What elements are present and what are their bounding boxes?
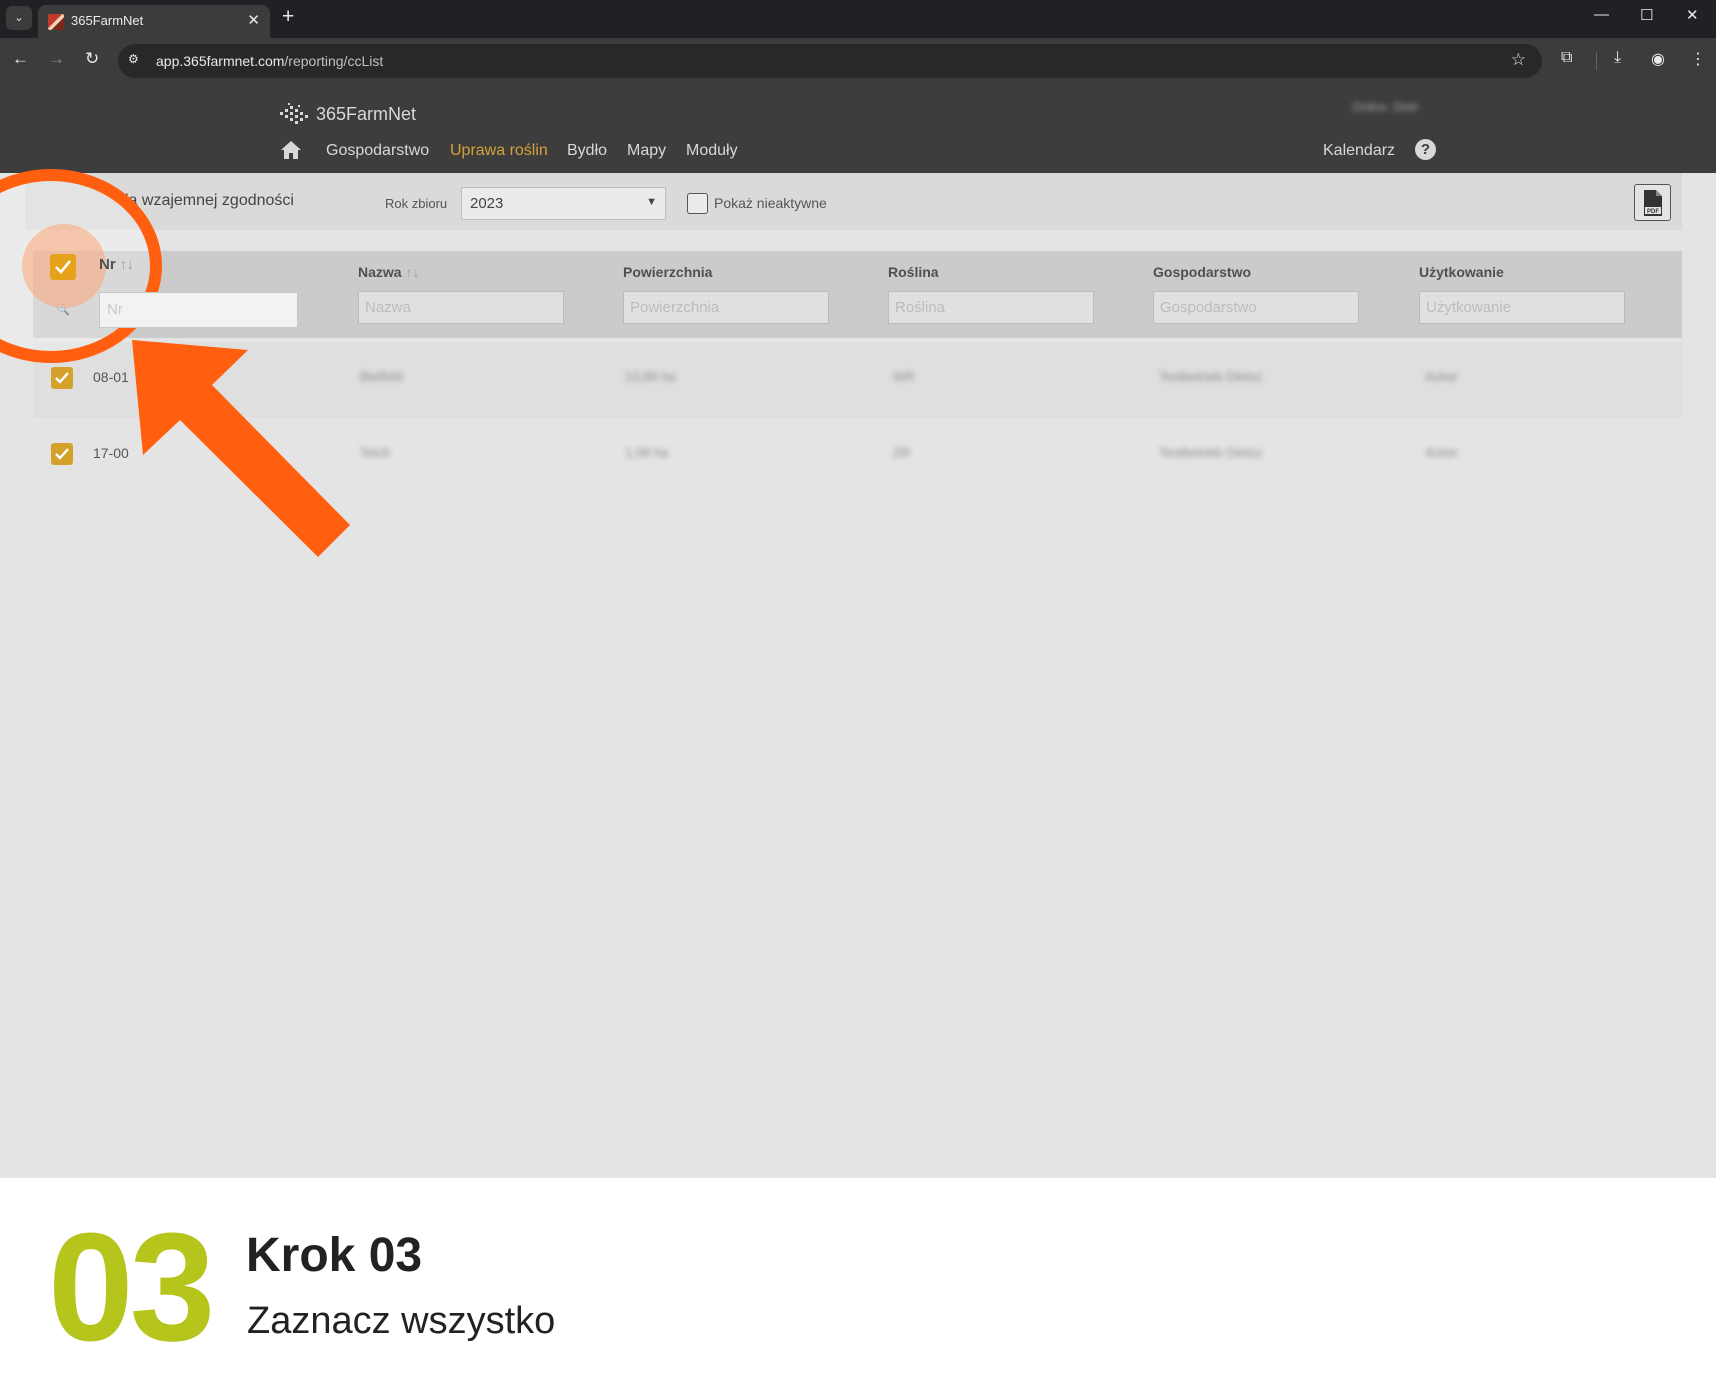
step-number: 03 [48,1201,215,1373]
row-area: 13,89 ha [625,369,676,384]
user-menu[interactable]: Online, Dietl [1352,100,1417,114]
show-inactive-checkbox[interactable] [687,193,708,214]
step-description: Zaznacz wszystko [247,1300,556,1342]
column-header-crop: Roślina [888,264,939,280]
help-icon[interactable]: ? [1415,139,1436,160]
row-usage: Acker [1425,369,1459,384]
nav-item-modules[interactable]: Moduły [686,142,738,160]
crop-filter-input[interactable]: Roślina [888,291,1094,324]
toolbar-divider [1596,52,1597,70]
nav-item-crop-production[interactable]: Uprawa roślin [450,142,548,160]
calendar-link[interactable]: Kalendarz [1323,142,1395,160]
harvest-year-select[interactable]: 2023 ▼ [461,187,666,220]
row-name: Teich [360,445,391,460]
pointer-arrow [132,340,350,557]
nav-item-cattle[interactable]: Bydło [567,142,607,160]
harvest-year-label: Rok zbioru [385,196,448,211]
farm-filter-input[interactable]: Gospodarstwo [1153,291,1359,324]
row-crop: ZR [893,445,911,460]
download-icon[interactable]: ⤓ [1614,49,1621,67]
pdf-icon: PDF [1644,190,1662,216]
window-minimize-icon[interactable]: — [1594,6,1609,23]
harvest-year-value: 2023 [470,195,504,212]
column-header-area: Powierzchnia [623,264,713,280]
row-farm: Testbetrieb Dietsz [1159,445,1263,460]
extensions-icon[interactable]: ⧉ [1561,49,1572,67]
column-header-name-label: Nazwa [358,264,402,280]
area-filter-input[interactable]: Powierzchnia [623,291,829,324]
nav-item-maps[interactable]: Mapy [627,142,666,160]
row-farm: Testbetrieb Dietsz [1159,369,1263,384]
export-pdf-button[interactable]: PDF [1634,184,1671,221]
row-area: 1,09 ha [625,445,669,460]
column-header-farm: Gospodarstwo [1153,264,1252,280]
profile-icon[interactable]: ◉ [1651,49,1665,69]
browser-menu-icon[interactable]: ⋮ [1690,49,1706,69]
chevron-down-icon: ▼ [646,196,657,208]
row-usage: Acker [1425,445,1459,460]
name-filter-input[interactable]: Nazwa [358,291,564,324]
column-header-usage: Użytkowanie [1419,264,1504,280]
usage-filter-input[interactable]: Użytkowanie [1419,291,1625,324]
window-maximize-icon[interactable]: ☐ [1640,6,1653,24]
step-title: Krok 03 [246,1229,423,1282]
svg-text:PDF: PDF [1647,209,1659,215]
sort-arrows-icon[interactable]: ↑↓ [405,264,419,280]
window-close-icon[interactable]: ✕ [1686,6,1699,24]
row-crop: WR [893,369,915,384]
show-inactive-label[interactable]: Pokaż nieaktywne [714,195,827,211]
bookmark-star-icon[interactable]: ☆ [1511,50,1526,70]
column-header-name[interactable]: Nazwa ↑↓ [358,264,419,280]
row-name: Bielfeld [360,369,403,384]
